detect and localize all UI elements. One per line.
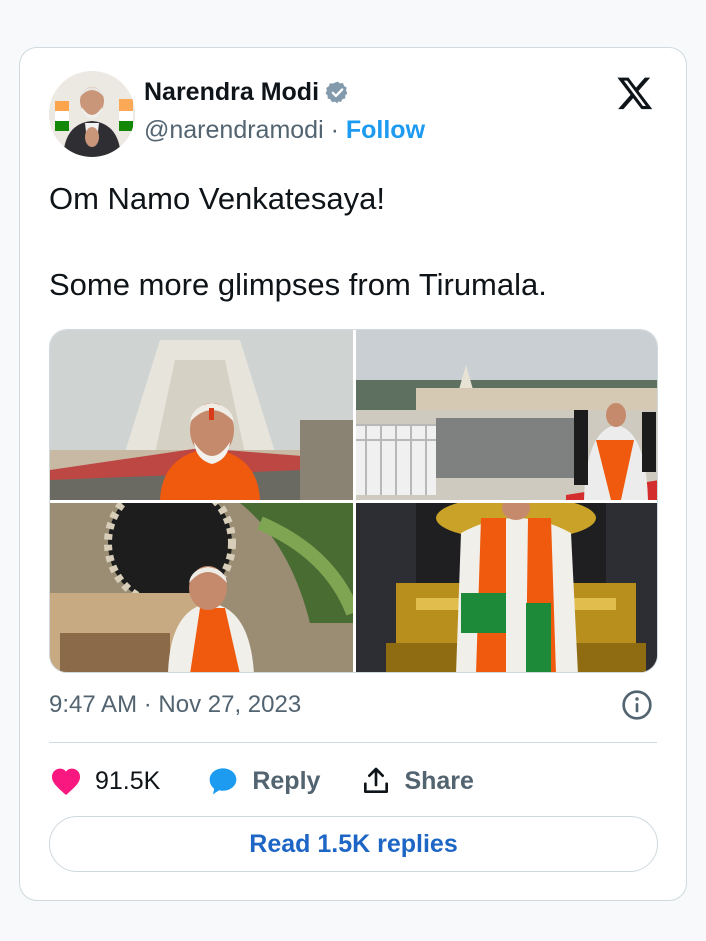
follow-link[interactable]: Follow (346, 116, 425, 144)
action-bar: 91.5K Reply Share (49, 761, 474, 801)
like-count: 91.5K (95, 766, 161, 795)
author-handle[interactable]: @narendramodi (144, 116, 324, 144)
media-grid (49, 329, 658, 673)
author-name[interactable]: Narendra Modi (144, 78, 319, 107)
like-button[interactable]: 91.5K (49, 766, 160, 796)
speech-bubble-icon (210, 768, 237, 795)
tweet-text-line1: Om Namo Venkatesaya! (49, 181, 385, 216)
share-label: Share (404, 766, 474, 795)
heart-icon (51, 768, 81, 796)
share-upload-icon (364, 767, 389, 793)
divider (49, 742, 657, 743)
x-logo-icon[interactable] (616, 74, 654, 112)
meta-separator: · (143, 691, 152, 718)
photo-golden-throne[interactable] (356, 503, 657, 672)
verified-badge-icon (325, 81, 348, 104)
photo-temple-gateway[interactable] (50, 503, 353, 672)
separator-dot: · (330, 116, 339, 144)
photo-temple-courtyard[interactable] (356, 330, 657, 500)
reply-label: Reply (252, 766, 321, 795)
share-button[interactable]: Share (360, 765, 474, 797)
info-icon[interactable] (621, 689, 653, 721)
reply-button[interactable]: Reply (206, 765, 320, 797)
photo-temple-portrait[interactable] (50, 330, 353, 500)
read-replies-button[interactable]: Read 1.5K replies (49, 816, 658, 872)
tweet-date[interactable]: Nov 27, 2023 (158, 691, 301, 718)
tweet-card: Narendra Modi @narendramodi · Follow Om … (19, 47, 687, 901)
avatar[interactable] (49, 71, 135, 157)
tweet-text-line2: Some more glimpses from Tirumala. (49, 267, 547, 302)
tweet-time[interactable]: 9:47 AM (49, 691, 137, 718)
